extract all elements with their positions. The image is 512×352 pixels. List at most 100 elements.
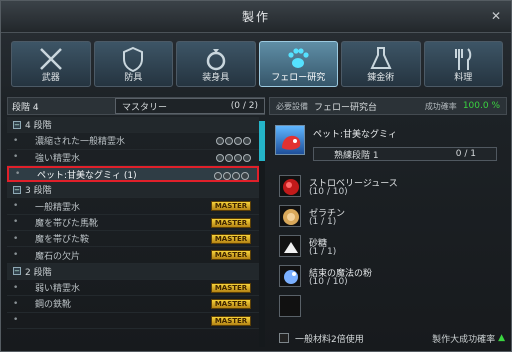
collapse-icon[interactable]: − [13, 267, 21, 276]
red-orb-icon[interactable] [279, 175, 301, 197]
title-bar: 製作 ✕ [1, 1, 511, 33]
progress-circle-icon [234, 137, 242, 146]
material-row: ゼラチン (1 / 1) [279, 205, 505, 231]
recipe-row[interactable]: • 魔石の欠片 MASTER [7, 247, 259, 264]
material-row: ストロベリージュース (10 / 10) [279, 175, 505, 201]
mastery-value: (0 / 2) [230, 101, 258, 111]
level-label: 段階 4 [12, 102, 39, 113]
list-header: 段階 4 マスタリー (0 / 2) [7, 97, 265, 115]
skill-bar: 熟練段階 1 0 / 1 [313, 147, 497, 161]
mastery-label: マスタリー [122, 102, 168, 113]
recipe-label: 一般精霊水 [35, 202, 81, 213]
tab-label: フェロー研究 [271, 73, 326, 83]
recipe-label: 魔を帯びた馬靴 [35, 218, 99, 229]
progress-circles [216, 153, 251, 162]
recipe-list: −4 段階 • 濃縮された一般精霊水 • 強い精霊水 • ペット:甘美なグミィ (1) −3 … [7, 117, 259, 347]
bullet-icon: • [13, 201, 19, 212]
master-badge: MASTER [211, 217, 251, 228]
tab-label: 武器 [41, 73, 60, 83]
bullet-icon: • [13, 250, 19, 261]
material-quantity: (1 / 1) [309, 247, 337, 257]
mastery-box: マスタリー (0 / 2) [115, 98, 265, 114]
collapse-icon[interactable]: − [13, 120, 21, 129]
double-material-checkbox[interactable] [279, 333, 289, 343]
recipe-label: 魔石の欠片 [35, 251, 81, 262]
tab-fellow-research[interactable]: フェロー研究 [258, 41, 338, 87]
material-row: 結束の魔法の粉 (10 / 10) [279, 265, 505, 291]
progress-circle-icon [243, 153, 251, 162]
progress-circle-icon [223, 171, 231, 180]
bullet-icon: • [13, 315, 19, 326]
material-quantity: (10 / 10) [309, 277, 348, 287]
recipe-row[interactable]: • 強い精霊水 [7, 150, 259, 166]
tab-cooking[interactable]: 料理 [423, 41, 503, 87]
progress-circle-icon [243, 137, 251, 146]
sugar-icon[interactable] [279, 235, 301, 257]
tab-label: 装身具 [202, 73, 230, 83]
recipe-row[interactable]: • 弱い精霊水 MASTER [7, 280, 259, 297]
ring-icon [206, 49, 225, 71]
tab-weapon[interactable]: 武器 [11, 41, 91, 87]
progress-circle-icon [225, 153, 233, 162]
skill-label: 熟練段階 1 [334, 150, 379, 161]
recipe-label: 鋼の鉄靴 [35, 300, 72, 311]
recipe-label: 2 段階 [25, 267, 52, 278]
tab-label: 防具 [124, 73, 143, 83]
result-item-name: ペット:甘美なグミィ [313, 130, 398, 140]
tier-group-row[interactable]: −3 段階 [7, 182, 259, 199]
gelatin-icon[interactable] [279, 205, 301, 227]
empty-slot-icon[interactable] [279, 295, 301, 317]
tab-label: 料理 [454, 73, 473, 83]
recipe-row[interactable]: • 濃縮された一般精霊水 [7, 133, 259, 150]
recipe-list-panel: 段階 4 マスタリー (0 / 2) −4 段階 • 濃縮された一般精霊水 • 強い精霊… [7, 97, 265, 347]
master-badge: MASTER [211, 282, 251, 293]
gummy-pet-icon[interactable] [275, 125, 305, 155]
required-value: フェロー研究台 [314, 102, 378, 113]
required-label: 必要設備 [276, 101, 308, 111]
recipe-row[interactable]: • ペット:甘美なグミィ (1) [7, 165, 259, 183]
bullet-icon: • [13, 298, 19, 309]
tab-accessory[interactable]: 装身具 [176, 41, 256, 87]
progress-circle-icon [216, 137, 224, 146]
collapse-icon[interactable]: − [13, 185, 21, 194]
category-tabs: 武器 防具 装身具 フェロー研究 錬金術 料理 [11, 41, 503, 87]
recipe-label: 3 段階 [25, 186, 52, 197]
recipe-label: 弱い精霊水 [35, 284, 81, 295]
arrow-up-icon: ▲ [498, 333, 505, 343]
flask-icon [370, 47, 392, 69]
recipe-row[interactable]: • 一般精霊水 MASTER [7, 198, 259, 215]
progress-circle-icon [216, 153, 224, 162]
tier-group-row[interactable]: −4 段階 [7, 117, 259, 134]
recipe-row[interactable]: • MASTER [7, 313, 259, 329]
skill-value: 0 / 1 [455, 149, 476, 159]
close-icon[interactable]: ✕ [489, 9, 503, 23]
master-badge: MASTER [211, 201, 251, 212]
rate-label: 成功確率 [424, 101, 457, 111]
material-quantity: (1 / 1) [309, 217, 337, 227]
material-row [279, 295, 505, 321]
tab-label: 錬金術 [367, 73, 395, 83]
recipe-row[interactable]: • 魔を帯びた鞍 MASTER [7, 231, 259, 248]
tab-armor[interactable]: 防具 [93, 41, 173, 87]
scrollbar[interactable] [259, 121, 265, 347]
bullet-icon: • [15, 169, 21, 180]
tab-alchemy[interactable]: 錬金術 [341, 41, 421, 87]
recipe-label: 魔を帯びた鞍 [35, 235, 90, 246]
crafting-window: 製作 ✕ 武器 防具 装身具 フェロー研究 錬金術 料理 段階 4 マスタリー … [0, 0, 512, 352]
recipe-detail-panel: 必要設備 フェロー研究台 成功確率 100.0 % ペット:甘美なグミィ 熟練段… [269, 97, 507, 347]
recipe-row[interactable]: • 魔を帯びた馬靴 MASTER [7, 215, 259, 232]
progress-circles [216, 137, 251, 146]
window-title: 製作 [241, 10, 270, 24]
magic-powder-icon[interactable] [279, 265, 301, 287]
material-quantity: (10 / 10) [309, 187, 348, 197]
master-badge: MASTER [211, 250, 251, 261]
scrollbar-thumb[interactable] [259, 121, 265, 161]
tier-group-row[interactable]: −2 段階 [7, 263, 259, 280]
master-badge: MASTER [211, 299, 251, 310]
shield-icon [123, 46, 144, 72]
recipe-row[interactable]: • 鋼の鉄靴 MASTER [7, 296, 259, 313]
bullet-icon: • [13, 233, 19, 244]
progress-circle-icon [225, 137, 233, 146]
progress-circle-icon [232, 171, 240, 180]
progress-circle-icon [214, 171, 222, 180]
